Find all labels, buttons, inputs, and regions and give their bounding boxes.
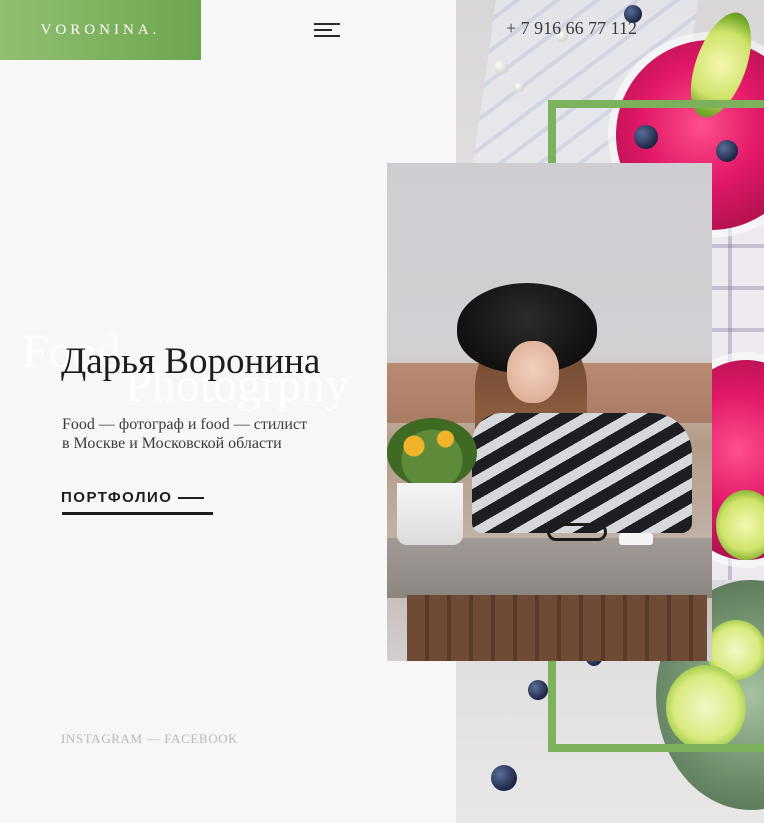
instagram-link[interactable]: INSTAGRAM (61, 731, 143, 747)
phone-number-link[interactable]: + 7 916 66 77 112 (506, 18, 637, 39)
portfolio-button-label: ПОРТФОЛИО (61, 489, 173, 506)
portrait-photo (387, 163, 712, 661)
subtitle-line-1: Food — фотограф и food — стилист (62, 416, 308, 433)
social-separator: — (146, 731, 161, 746)
hero-subtitle: Food — фотограф и food — стилист в Москв… (62, 415, 362, 453)
arrow-dash-icon (178, 496, 205, 499)
portfolio-underline (62, 512, 213, 515)
logo[interactable]: VORONINA. (0, 0, 201, 60)
hamburger-menu-icon[interactable] (314, 21, 342, 39)
social-links: INSTAGRAM — FACEBOOK (61, 731, 238, 747)
subtitle-line-2: в Москве и Московской области (62, 435, 282, 452)
facebook-link[interactable]: FACEBOOK (164, 731, 238, 747)
page-title: Дарья Воронина (61, 341, 321, 382)
portfolio-button[interactable]: ПОРТФОЛИО (61, 489, 205, 506)
